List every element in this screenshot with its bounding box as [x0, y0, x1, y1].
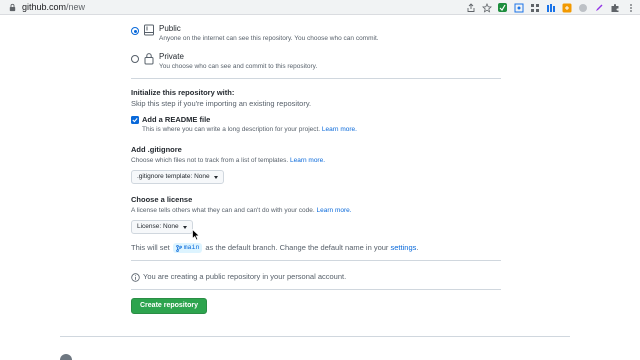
license-learn-more-link[interactable]: Learn more. — [317, 207, 352, 214]
private-description: You choose who can see and commit to thi… — [159, 63, 318, 70]
url-field[interactable]: github.com/new — [22, 1, 85, 14]
divider — [131, 78, 501, 79]
gitignore-learn-more-link[interactable]: Learn more. — [290, 157, 325, 164]
puzzle-icon[interactable] — [609, 2, 620, 13]
initialize-title: Initialize this repository with: — [131, 88, 235, 97]
branch-name-badge: main — [172, 243, 203, 253]
license-select[interactable]: License: None — [131, 220, 193, 234]
public-title: Public — [159, 24, 181, 33]
mouse-cursor-icon — [192, 229, 200, 241]
branch-name: main — [183, 244, 200, 251]
private-title: Private — [159, 52, 184, 61]
visibility-public-option[interactable]: Public Anyone on the internet can see th… — [131, 24, 501, 46]
translate-icon[interactable] — [545, 2, 556, 13]
public-radio[interactable] — [131, 27, 139, 35]
divider — [131, 289, 501, 290]
public-description: Anyone on the internet can see this repo… — [159, 35, 379, 42]
app-icon[interactable] — [561, 2, 572, 13]
github-footer-logo[interactable] — [60, 354, 72, 360]
browser-toolbar — [465, 2, 636, 13]
branch-middle: as the default branch. Change the defaul… — [205, 243, 389, 252]
info-icon — [131, 272, 140, 282]
lock-icon — [144, 53, 154, 65]
public-repo-notice: You are creating a public repository in … — [131, 272, 346, 282]
screenshot-icon[interactable] — [513, 2, 524, 13]
branch-prefix: This will set — [131, 243, 170, 252]
lock-icon — [9, 3, 16, 12]
create-repository-button[interactable]: Create repository — [131, 298, 207, 314]
browser-address-bar: github.com/new — [0, 0, 640, 15]
notice-text: You are creating a public repository in … — [143, 272, 347, 281]
gitignore-select-label: .gitignore template: None — [137, 173, 210, 180]
url-host: github.com — [22, 2, 67, 12]
menu-icon[interactable] — [625, 2, 636, 13]
license-select-label: License: None — [137, 223, 179, 230]
readme-description-text: This is where you can write a long descr… — [142, 126, 321, 133]
share-icon[interactable] — [465, 2, 476, 13]
gitignore-description-text: Choose which files not to track from a l… — [131, 157, 289, 164]
caret-down-icon — [213, 175, 218, 179]
gitignore-description: Choose which files not to track from a l… — [131, 157, 325, 165]
default-branch-info: This will set main as the default branch… — [131, 243, 418, 253]
initialize-subtitle: Skip this step if you're importing an ex… — [131, 99, 312, 108]
readme-checkbox[interactable] — [131, 116, 139, 124]
branch-suffix: . — [416, 243, 419, 252]
readme-label[interactable]: Add a README file — [142, 115, 210, 125]
gitignore-template-select[interactable]: .gitignore template: None — [131, 170, 224, 184]
check-icon — [132, 118, 138, 123]
star-icon[interactable] — [481, 2, 492, 13]
git-branch-icon — [176, 244, 182, 252]
circle-icon[interactable] — [577, 2, 588, 13]
readme-learn-more-link[interactable]: Learn more. — [322, 126, 357, 133]
settings-link[interactable]: settings — [391, 243, 417, 253]
footer-divider — [60, 336, 570, 337]
extension-icon[interactable] — [497, 2, 508, 13]
pen-icon[interactable] — [593, 2, 604, 13]
divider — [131, 260, 501, 261]
readme-description: This is where you can write a long descr… — [142, 126, 357, 134]
repo-public-icon — [144, 24, 154, 36]
visibility-private-option[interactable]: Private You choose who can see and commi… — [131, 52, 501, 74]
caret-down-icon — [182, 225, 187, 229]
gitignore-title: Add .gitignore — [131, 145, 182, 154]
private-radio[interactable] — [131, 55, 139, 63]
url-path: /new — [66, 2, 86, 12]
license-description-text: A license tells others what they can and… — [131, 207, 315, 214]
license-description: A license tells others what they can and… — [131, 207, 352, 215]
grid-icon[interactable] — [529, 2, 540, 13]
license-title: Choose a license — [131, 195, 193, 204]
